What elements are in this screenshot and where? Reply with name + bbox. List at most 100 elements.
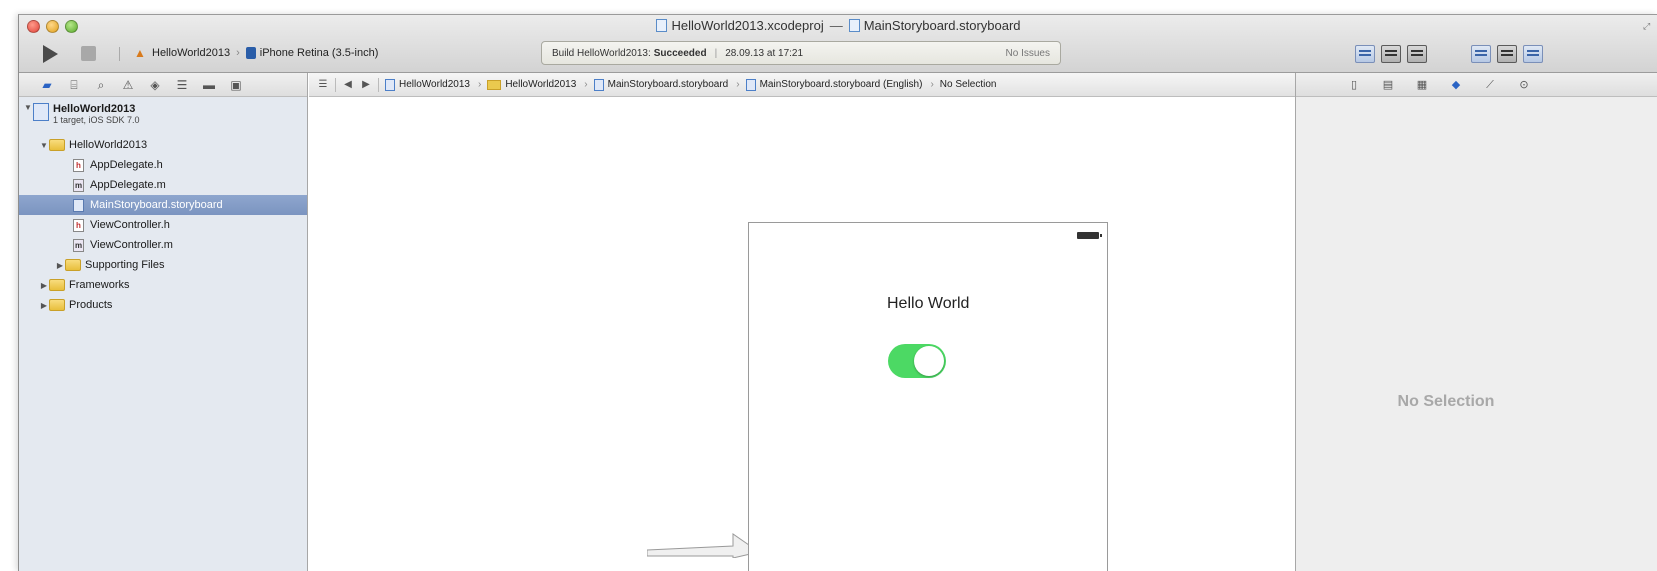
app-target-icon: ▲ xyxy=(134,46,146,60)
window-title: HelloWorld2013.xcodeproj — MainStoryboard.… xyxy=(19,18,1657,33)
hello-world-label[interactable]: Hello World xyxy=(887,295,969,313)
storyboard-file-icon xyxy=(848,19,860,32)
identity-inspector-icon[interactable]: ▦ xyxy=(1416,79,1428,91)
window-title-separator: — xyxy=(829,18,843,33)
folder-icon xyxy=(487,79,502,90)
jumpbar-divider xyxy=(378,77,379,92)
navigator-toggle-icon[interactable] xyxy=(1471,45,1491,63)
view-toggle-group xyxy=(1471,45,1543,63)
breadcrumb-label: No Selection xyxy=(939,79,997,90)
issue-navigator-icon[interactable]: ⚠ xyxy=(122,79,134,91)
activity-viewer[interactable]: Build HelloWorld2013: Succeeded | 28.09.… xyxy=(541,41,1061,65)
view-controller-scene[interactable]: Hello World xyxy=(748,222,1108,571)
breadcrumb-group[interactable]: HelloWorld2013 › xyxy=(487,79,588,90)
fullscreen-icon[interactable]: ⤢ xyxy=(1643,21,1653,31)
file-row-appdelegate-m[interactable]: m AppDelegate.m xyxy=(19,175,307,195)
iphone-device-icon xyxy=(245,47,256,59)
chevron-right-icon: › xyxy=(477,79,482,90)
chevron-right-icon: › xyxy=(930,79,934,90)
products-row[interactable]: ▶ Products xyxy=(19,295,307,315)
battery-icon xyxy=(1077,232,1102,239)
activity-divider: | xyxy=(714,47,718,59)
stop-icon[interactable] xyxy=(81,46,96,61)
toggle-switch[interactable] xyxy=(888,344,946,378)
breadcrumb-storyboard-english[interactable]: MainStoryboard.storyboard (English) › xyxy=(745,78,934,91)
scheme-selector[interactable]: ▲ HelloWorld2013 › iPhone Retina (3.5-in… xyxy=(134,47,378,59)
title-toolbar: HelloWorld2013.xcodeproj — MainStoryboard.… xyxy=(19,15,1657,73)
activity-prefix: Build HelloWorld2013: xyxy=(552,47,651,59)
test-navigator-icon[interactable]: ◈ xyxy=(149,79,161,91)
disclosure-closed-icon[interactable]: ▶ xyxy=(55,261,65,270)
breadcrumb-label: HelloWorld2013 xyxy=(505,79,577,90)
switch-knob xyxy=(914,346,944,376)
file-label: AppDelegate.h xyxy=(90,159,163,171)
breakpoint-navigator-icon[interactable]: ▬ xyxy=(203,79,215,91)
folder-icon xyxy=(49,139,65,151)
breadcrumb-label: HelloWorld2013 xyxy=(399,79,470,90)
file-row-viewcontroller-h[interactable]: h ViewController.h xyxy=(19,215,307,235)
file-tree: ▼ HelloWorld2013 1 target, iOS SDK 7.0 ▼… xyxy=(19,97,307,315)
storyboard-canvas[interactable]: Hello World xyxy=(309,98,1295,571)
symbol-navigator-icon[interactable]: ⌸ xyxy=(68,79,80,91)
project-navigator: ▰ ⌸ ⌕ ⚠ ◈ ☰ ▬ ▣ ▼ HelloWorld2013 1 targe… xyxy=(19,73,308,571)
scheme-app-label: HelloWorld2013 xyxy=(152,47,231,59)
size-inspector-icon[interactable]: ⟋ xyxy=(1484,79,1496,91)
debug-area-toggle-icon[interactable] xyxy=(1497,45,1517,63)
run-icon[interactable] xyxy=(43,45,58,63)
file-row-mainstoryboard[interactable]: MainStoryboard.storyboard xyxy=(19,195,307,215)
quick-help-icon[interactable]: ▤ xyxy=(1382,79,1394,91)
project-subtitle: 1 target, iOS SDK 7.0 xyxy=(53,115,140,125)
implementation-file-icon: m xyxy=(73,178,84,192)
disclosure-closed-icon[interactable]: ▶ xyxy=(39,281,49,290)
project-navigator-icon[interactable]: ▰ xyxy=(41,79,53,91)
related-items-icon[interactable]: ☰ xyxy=(317,79,329,90)
disclosure-open-icon[interactable]: ▼ xyxy=(23,103,33,112)
standard-editor-icon[interactable] xyxy=(1355,45,1375,63)
project-text: HelloWorld2013 1 target, iOS SDK 7.0 xyxy=(53,103,140,125)
chevron-right-icon: › xyxy=(236,47,240,59)
supporting-files-label: Supporting Files xyxy=(85,259,165,271)
assistant-editor-icon[interactable] xyxy=(1381,45,1401,63)
log-navigator-icon[interactable]: ▣ xyxy=(230,79,242,91)
activity-timestamp: 28.09.13 at 17:21 xyxy=(725,47,804,59)
scheme-device-label: iPhone Retina (3.5-inch) xyxy=(259,47,379,59)
editor-mode-group xyxy=(1355,45,1427,63)
folder-icon xyxy=(49,299,65,311)
project-row[interactable]: ▼ HelloWorld2013 1 target, iOS SDK 7.0 xyxy=(19,101,307,135)
debug-navigator-icon[interactable]: ☰ xyxy=(176,79,188,91)
chevron-right-icon: › xyxy=(584,79,588,90)
file-row-appdelegate-h[interactable]: h AppDelegate.h xyxy=(19,155,307,175)
forward-icon[interactable]: ▶ xyxy=(360,79,372,90)
frameworks-label: Frameworks xyxy=(69,279,130,291)
disclosure-open-icon[interactable]: ▼ xyxy=(39,141,49,150)
version-editor-icon[interactable] xyxy=(1407,45,1427,63)
breadcrumb-project[interactable]: HelloWorld2013 › xyxy=(385,78,482,91)
search-navigator-icon[interactable]: ⌕ xyxy=(95,79,107,91)
utilities-pane: ▯ ▤ ▦ ◆ ⟋ ⊙ No Selection xyxy=(1295,73,1657,571)
connections-inspector-icon[interactable]: ⊙ xyxy=(1518,79,1530,91)
header-file-icon: h xyxy=(73,218,84,232)
breadcrumb-storyboard[interactable]: MainStoryboard.storyboard › xyxy=(593,78,740,91)
project-name: HelloWorld2013 xyxy=(53,103,136,115)
file-label: ViewController.h xyxy=(90,219,170,231)
jumpbar-divider xyxy=(335,77,336,92)
xcodeproj-icon xyxy=(33,103,49,121)
attributes-inspector-icon[interactable]: ◆ xyxy=(1450,79,1462,91)
xcodeproj-icon xyxy=(385,78,395,91)
file-row-viewcontroller-m[interactable]: m ViewController.m xyxy=(19,235,307,255)
navigator-selector-bar: ▰ ⌸ ⌕ ⚠ ◈ ☰ ▬ ▣ xyxy=(19,73,307,97)
file-inspector-icon[interactable]: ▯ xyxy=(1348,79,1360,91)
utilities-toggle-icon[interactable] xyxy=(1523,45,1543,63)
disclosure-closed-icon[interactable]: ▶ xyxy=(39,301,49,310)
activity-issues[interactable]: No Issues xyxy=(1006,48,1050,59)
back-icon[interactable]: ◀ xyxy=(342,79,354,90)
breadcrumb-selection[interactable]: No Selection xyxy=(940,79,997,90)
jump-bar: ☰ ◀ ▶ HelloWorld2013 › HelloWorld2013 › … xyxy=(309,73,1295,97)
activity-status: Succeeded xyxy=(653,47,707,59)
supporting-files-row[interactable]: ▶ Supporting Files xyxy=(19,255,307,275)
chevron-right-icon: › xyxy=(736,79,740,90)
group-row[interactable]: ▼ HelloWorld2013 xyxy=(19,135,307,155)
implementation-file-icon: m xyxy=(73,238,84,252)
frameworks-row[interactable]: ▶ Frameworks xyxy=(19,275,307,295)
file-label: AppDelegate.m xyxy=(90,179,166,191)
